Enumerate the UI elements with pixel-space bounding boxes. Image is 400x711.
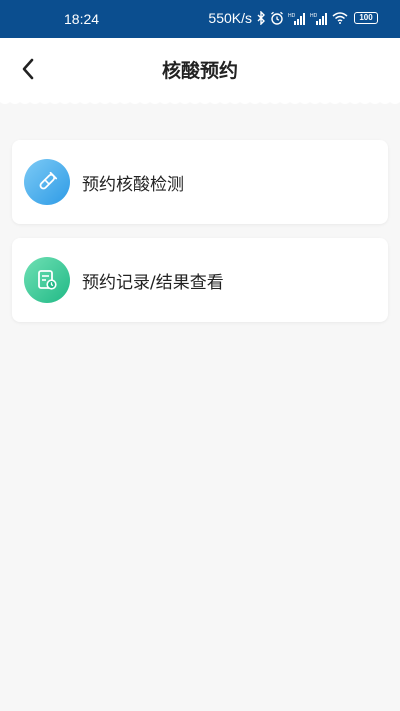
alarm-icon bbox=[270, 11, 284, 25]
menu-item-book-test[interactable]: 预约核酸检测 bbox=[12, 140, 388, 224]
status-time: 18:24 bbox=[64, 11, 100, 27]
test-tube-icon bbox=[24, 159, 70, 205]
status-indicators: 550K/s HD HD 100 bbox=[208, 10, 378, 26]
signal-hd-icon: HD bbox=[310, 12, 328, 25]
chevron-left-icon bbox=[22, 58, 34, 80]
back-button[interactable] bbox=[12, 52, 44, 86]
record-clock-icon bbox=[24, 257, 70, 303]
svg-text:HD: HD bbox=[288, 13, 296, 19]
menu-item-label: 预约记录/结果查看 bbox=[82, 272, 224, 293]
header-decorative-edge bbox=[0, 100, 400, 104]
battery-icon: 100 bbox=[354, 12, 378, 24]
status-bar: 18:24 550K/s HD HD 100 bbox=[0, 0, 400, 38]
page-title: 核酸预约 bbox=[161, 59, 238, 82]
signal-hd-icon: HD bbox=[288, 12, 306, 25]
svg-text:HD: HD bbox=[310, 13, 318, 19]
bluetooth-icon bbox=[256, 11, 266, 25]
wifi-icon bbox=[332, 12, 348, 24]
network-speed: 550K/s bbox=[208, 10, 252, 26]
header: 核酸预约 bbox=[0, 38, 400, 100]
menu-item-records-results[interactable]: 预约记录/结果查看 bbox=[12, 238, 388, 322]
menu-item-label: 预约核酸检测 bbox=[82, 174, 184, 195]
